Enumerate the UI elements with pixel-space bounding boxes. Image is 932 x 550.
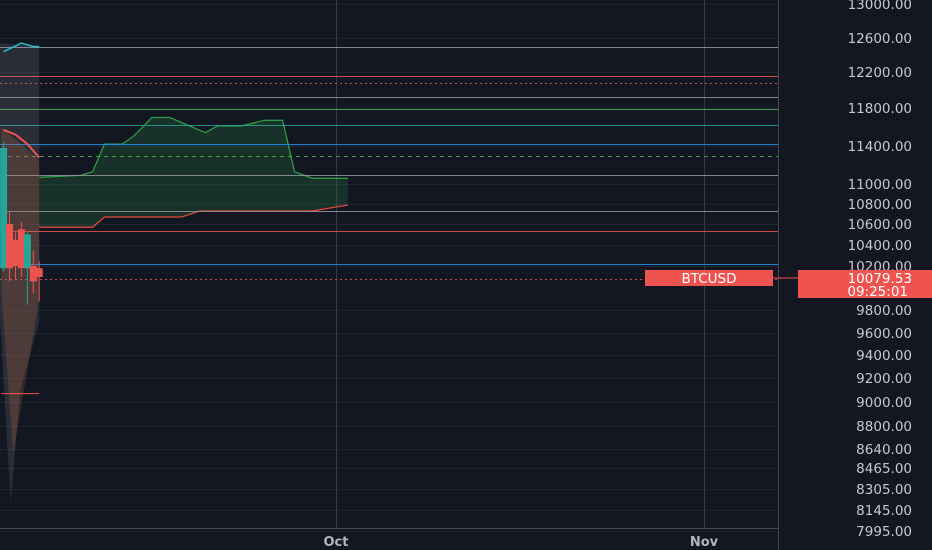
- time-tick-label: Nov: [690, 535, 719, 550]
- price-tick-label: 9000.00: [856, 395, 912, 411]
- price-tick-label: 9800.00: [856, 303, 912, 319]
- price-tick-label: 12600.00: [848, 31, 912, 47]
- countdown-label: 09:25:01: [847, 284, 908, 300]
- price-tick-label: 10600.00: [848, 217, 912, 233]
- price-tick-label: 7995.00: [856, 524, 912, 540]
- price-tick-label: 8305.00: [856, 482, 912, 498]
- time-tick-label: Oct: [324, 535, 349, 550]
- price-chart[interactable]: 13000.00 12600.00 12200.00 11800.00 11400.00…: [0, 0, 932, 550]
- price-tick-label: 8145.00: [856, 503, 912, 519]
- price-tick-label: 11000.00: [848, 177, 912, 193]
- price-tick-label: 9200.00: [856, 371, 912, 387]
- price-tick-label: 9600.00: [856, 326, 912, 342]
- candle-body: [23, 234, 31, 269]
- price-tick-label: 13000.00: [848, 0, 912, 13]
- price-tick-label: 10400.00: [848, 238, 912, 254]
- candle-body: [35, 268, 43, 277]
- price-tick-label: 8800.00: [856, 419, 912, 435]
- price-tick-label: 8640.00: [856, 442, 912, 458]
- price-tick-label: 10800.00: [848, 197, 912, 213]
- chart-background: [0, 0, 932, 550]
- price-tick-label: 8465.00: [856, 461, 912, 477]
- symbol-label: BTCUSD: [682, 271, 737, 287]
- price-tick-label: 12200.00: [848, 65, 912, 81]
- price-tick-label: 9400.00: [856, 348, 912, 364]
- price-tick-label: 11800.00: [848, 101, 912, 117]
- price-tick-label: 11400.00: [848, 139, 912, 155]
